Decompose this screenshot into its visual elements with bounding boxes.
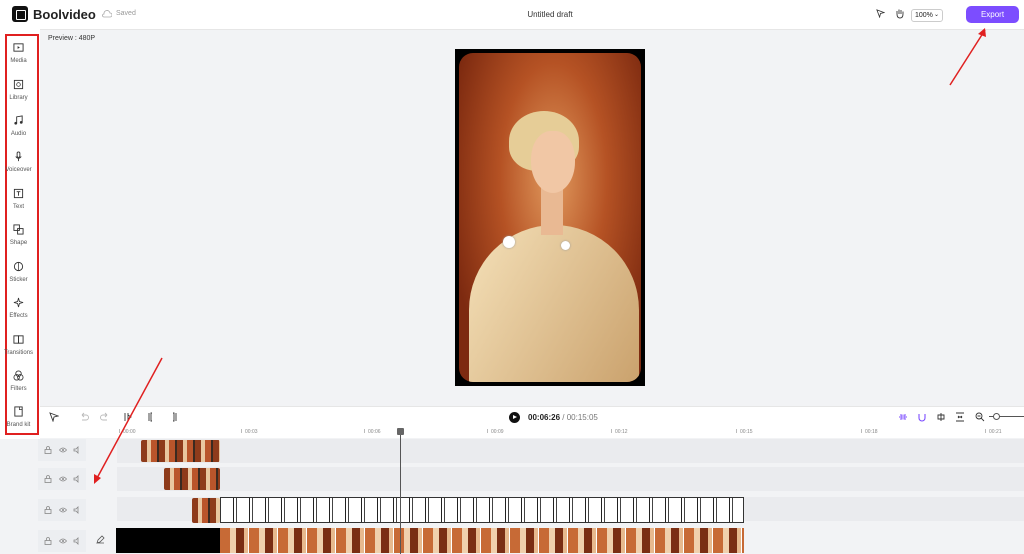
annotation-arrows: [94, 28, 986, 484]
